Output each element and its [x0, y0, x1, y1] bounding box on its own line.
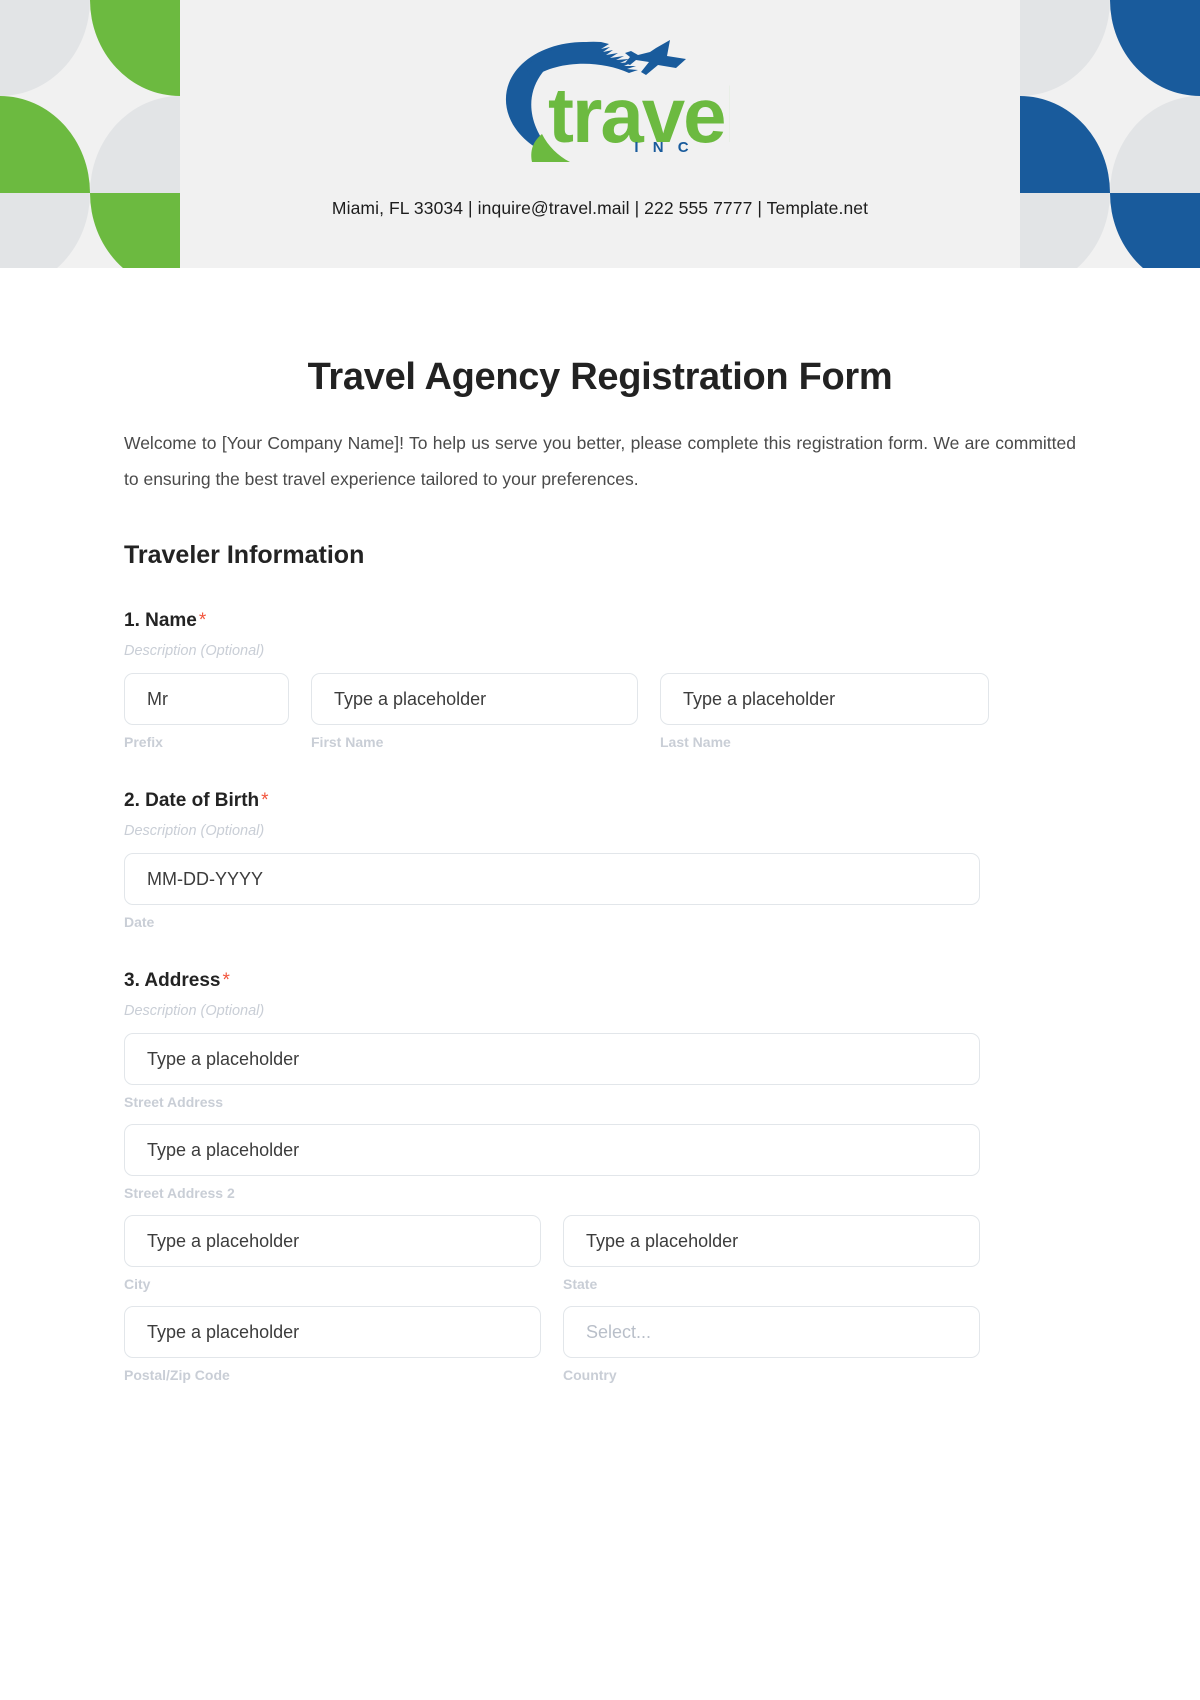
street-address-2-field-group: Type a placeholder Street Address 2 — [124, 1124, 980, 1201]
street-address-2-row: Type a placeholder Street Address 2 — [124, 1124, 1076, 1201]
country-select[interactable]: Select... — [563, 1306, 980, 1358]
postal-code-field-group: Type a placeholder Postal/Zip Code — [124, 1306, 541, 1383]
street-address-input[interactable]: Type a placeholder — [124, 1033, 980, 1085]
form-sheet: Travel Agency Registration Form Welcome … — [0, 356, 1200, 1383]
question-label: 1. Name * — [124, 610, 1076, 632]
city-state-row: Type a placeholder City Type a placehold… — [124, 1215, 1076, 1292]
date-field-group: MM-DD-YYYY Date — [124, 853, 980, 930]
first-name-field-group: Type a placeholder First Name — [311, 673, 638, 750]
state-input[interactable]: Type a placeholder — [563, 1215, 980, 1267]
street-address-2-sub-label: Street Address 2 — [124, 1185, 235, 1201]
page-title: Travel Agency Registration Form — [307, 356, 893, 398]
street-address-2-input[interactable]: Type a placeholder — [124, 1124, 980, 1176]
required-marker: * — [198, 610, 207, 631]
question-name: 1. Name * Description (Optional) Mr Prefi… — [124, 610, 1076, 750]
question-address: 3. Address * Description (Optional) Type … — [124, 970, 1076, 1383]
first-name-sub-label: First Name — [311, 734, 384, 750]
last-name-field-group: Type a placeholder Last Name — [660, 673, 989, 750]
last-name-sub-label: Last Name — [660, 734, 731, 750]
question-label: 2. Date of Birth * — [124, 790, 1076, 812]
postal-zip-code-input[interactable]: Type a placeholder — [124, 1306, 541, 1358]
question-label: 3. Address * — [124, 970, 1076, 992]
postal-zip-code-sub-label: Postal/Zip Code — [124, 1367, 230, 1383]
city-sub-label: City — [124, 1276, 151, 1292]
state-sub-label: State — [563, 1276, 598, 1292]
date-sub-label: Date — [124, 914, 155, 930]
question-description: Description (Optional) — [124, 823, 265, 839]
postal-country-row: Type a placeholder Postal/Zip Code Selec… — [124, 1306, 1076, 1383]
street-address-row: Type a placeholder Street Address — [124, 1033, 1076, 1110]
question-date-of-birth: 2. Date of Birth * Description (Optional)… — [124, 790, 1076, 930]
question-label-text: 1. Name — [124, 610, 197, 631]
street-address-sub-label: Street Address — [124, 1094, 224, 1110]
date-of-birth-row: MM-DD-YYYY Date — [124, 853, 1076, 930]
name-field-row: Mr Prefix Type a placeholder First Name … — [124, 673, 1076, 750]
company-logo: travel I N C — [0, 34, 1200, 162]
prefix-field-group: Mr Prefix — [124, 673, 289, 750]
section-title-traveler-information: Traveler Information — [124, 541, 365, 569]
question-description: Description (Optional) — [124, 643, 265, 659]
required-marker: * — [222, 970, 230, 991]
country-field-group: Select... Country — [563, 1306, 980, 1383]
last-name-input[interactable]: Type a placeholder — [660, 673, 989, 725]
company-contact-line: Miami, FL 33034 | inquire@travel.mail | … — [331, 198, 869, 218]
prefix-input[interactable]: Mr — [124, 673, 289, 725]
street-address-field-group: Type a placeholder Street Address — [124, 1033, 980, 1110]
country-sub-label: Country — [563, 1367, 617, 1383]
question-label-text: 2. Date of Birth — [124, 790, 260, 811]
page-header: travel I N C Miami, FL 33034 | inquire@t… — [0, 0, 1200, 268]
state-field-group: Type a placeholder State — [563, 1215, 980, 1292]
first-name-input[interactable]: Type a placeholder — [311, 673, 638, 725]
question-label-text: 3. Address — [124, 970, 221, 991]
intro-paragraph: Welcome to [Your Company Name]! To help … — [124, 433, 1076, 489]
question-description: Description (Optional) — [124, 1003, 265, 1019]
date-of-birth-input[interactable]: MM-DD-YYYY — [124, 853, 980, 905]
city-field-group: Type a placeholder City — [124, 1215, 541, 1292]
city-input[interactable]: Type a placeholder — [124, 1215, 541, 1267]
prefix-sub-label: Prefix — [124, 734, 163, 750]
logo-suffix-inc: I N C — [634, 139, 694, 156]
required-marker: * — [261, 790, 269, 811]
